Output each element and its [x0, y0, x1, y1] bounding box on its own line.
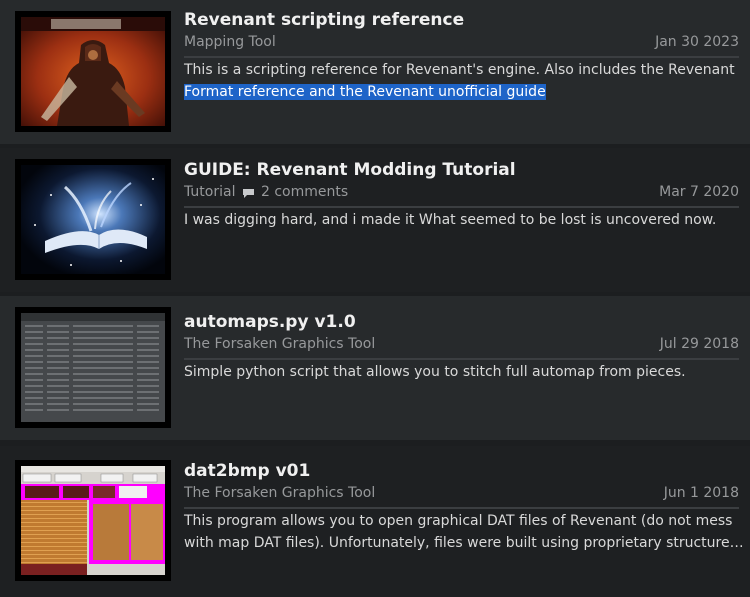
item-category[interactable]: Mapping Tool — [184, 34, 276, 50]
item-meta: Mapping Tool Jan 30 2023 — [184, 34, 739, 58]
item-date: Jan 30 2023 — [655, 34, 739, 50]
item-description: Simple python script that allows you to … — [184, 361, 740, 383]
item-category[interactable]: The Forsaken Graphics Tool — [184, 485, 375, 501]
item-date: Jun 1 2018 — [663, 485, 739, 501]
item-description: This program allows you to open graphica… — [184, 510, 744, 554]
item-title[interactable]: automaps.py v1.0 — [184, 312, 356, 332]
list-item[interactable]: Revenant scripting reference Mapping Too… — [0, 0, 750, 144]
item-title[interactable]: Revenant scripting reference — [184, 10, 464, 30]
item-meta: The Forsaken Graphics Tool Jun 1 2018 — [184, 485, 739, 509]
revenant-warrior-art — [21, 17, 165, 126]
list-item[interactable]: dat2bmp v01 The Forsaken Graphics Tool J… — [0, 446, 750, 597]
mod-list: Revenant scripting reference Mapping Too… — [0, 0, 750, 597]
description-line: This program allows you to open graphica… — [184, 513, 733, 529]
item-meta: Tutorial 2 comments Mar 7 2020 — [184, 184, 739, 208]
item-date: Mar 7 2020 — [659, 184, 739, 200]
item-date: Jul 29 2018 — [659, 336, 739, 352]
dat2bmp-app-screenshot — [21, 466, 165, 575]
thumbnail-frame[interactable] — [15, 307, 171, 428]
item-description: This is a scripting reference for Revena… — [184, 59, 740, 103]
item-thumbnail[interactable] — [21, 17, 165, 126]
glowing-book-art — [21, 165, 165, 274]
item-thumbnail[interactable] — [21, 165, 165, 274]
selected-text: Format reference and the Revenant unoffi… — [184, 84, 546, 100]
description-line: Simple python script that allows you to … — [184, 364, 686, 380]
description-line: This is a scripting reference for Revena… — [184, 62, 735, 78]
list-item[interactable]: GUIDE: Revenant Modding Tutorial Tutoria… — [0, 148, 750, 292]
item-title[interactable]: dat2bmp v01 — [184, 461, 310, 481]
item-description: I was digging hard, and i made it What s… — [184, 209, 740, 231]
item-thumbnail[interactable] — [21, 313, 165, 422]
thumbnail-frame[interactable] — [15, 11, 171, 132]
description-line: with map DAT files). Unfortunately, file… — [184, 535, 744, 551]
item-thumbnail[interactable] — [21, 466, 165, 575]
item-title[interactable]: GUIDE: Revenant Modding Tutorial — [184, 160, 516, 180]
thumbnail-frame[interactable] — [15, 460, 171, 581]
item-meta: The Forsaken Graphics Tool Jul 29 2018 — [184, 336, 739, 360]
item-category[interactable]: Tutorial — [184, 184, 235, 200]
comments-link[interactable]: 2 comments — [261, 184, 348, 200]
description-line: I was digging hard, and i made it What s… — [184, 212, 717, 228]
thumbnail-frame[interactable] — [15, 159, 171, 280]
item-category[interactable]: The Forsaken Graphics Tool — [184, 336, 375, 352]
list-item[interactable]: automaps.py v1.0 The Forsaken Graphics T… — [0, 296, 750, 440]
terminal-output-screenshot — [21, 313, 165, 422]
comment-bubble-icon — [243, 189, 254, 198]
